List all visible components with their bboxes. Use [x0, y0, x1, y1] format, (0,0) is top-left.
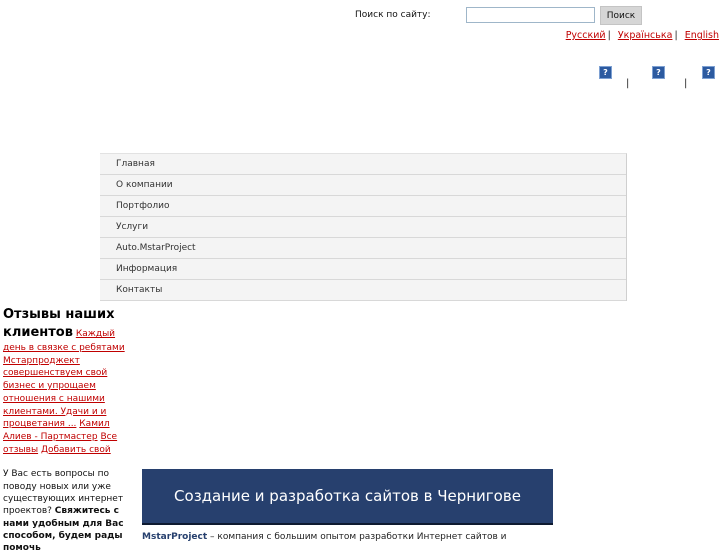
help-icon[interactable]: ?: [599, 66, 612, 79]
left-column: Отзывы наших клиентов Каждый день в связ…: [3, 306, 136, 554]
language-switcher: Русский | Українська | English: [566, 30, 719, 41]
intro-text: MstarProject – компания с большим опытом…: [142, 532, 562, 542]
nav-item-contacts[interactable]: Контакты: [100, 280, 626, 301]
lang-separator: |: [607, 30, 611, 41]
main-nav: Главная О компании Портфолио Услуги Auto…: [100, 153, 627, 301]
help-separator: |: [626, 78, 630, 89]
lang-separator: |: [674, 30, 678, 41]
lang-ukrainian-link[interactable]: Українська: [618, 30, 673, 41]
search-input[interactable]: [466, 7, 595, 23]
hero-title: Создание и разработка сайтов в Чернигове: [174, 486, 521, 505]
lang-russian-link[interactable]: Русский: [566, 30, 606, 41]
contact-question: У Вас есть вопросы по поводу новых или у…: [3, 468, 136, 554]
nav-item-about[interactable]: О компании: [100, 175, 626, 196]
nav-item-auto[interactable]: Auto.MstarProject: [100, 238, 626, 259]
nav-item-services[interactable]: Услуги: [100, 217, 626, 238]
lang-english-link[interactable]: English: [685, 30, 719, 41]
add-review-link[interactable]: Добавить свой: [41, 445, 111, 455]
hero-banner: Создание и разработка сайтов в Чернигове: [142, 469, 553, 525]
help-icon[interactable]: ?: [652, 66, 665, 79]
search-label: Поиск по сайту:: [355, 10, 431, 20]
nav-item-portfolio[interactable]: Портфолио: [100, 196, 626, 217]
nav-item-info[interactable]: Информация: [100, 259, 626, 280]
reviews-block: Отзывы наших клиентов Каждый день в связ…: [3, 306, 136, 456]
help-icon[interactable]: ?: [702, 66, 715, 79]
search-button[interactable]: Поиск: [600, 6, 642, 25]
intro-body: – компания с большим опытом разработки И…: [207, 532, 507, 542]
help-separator: |: [684, 78, 688, 89]
review-quote-link[interactable]: Каждый день в связке с ребятами Мстарпро…: [3, 329, 125, 429]
nav-item-home[interactable]: Главная: [100, 154, 626, 175]
intro-brand: MstarProject: [142, 532, 208, 542]
